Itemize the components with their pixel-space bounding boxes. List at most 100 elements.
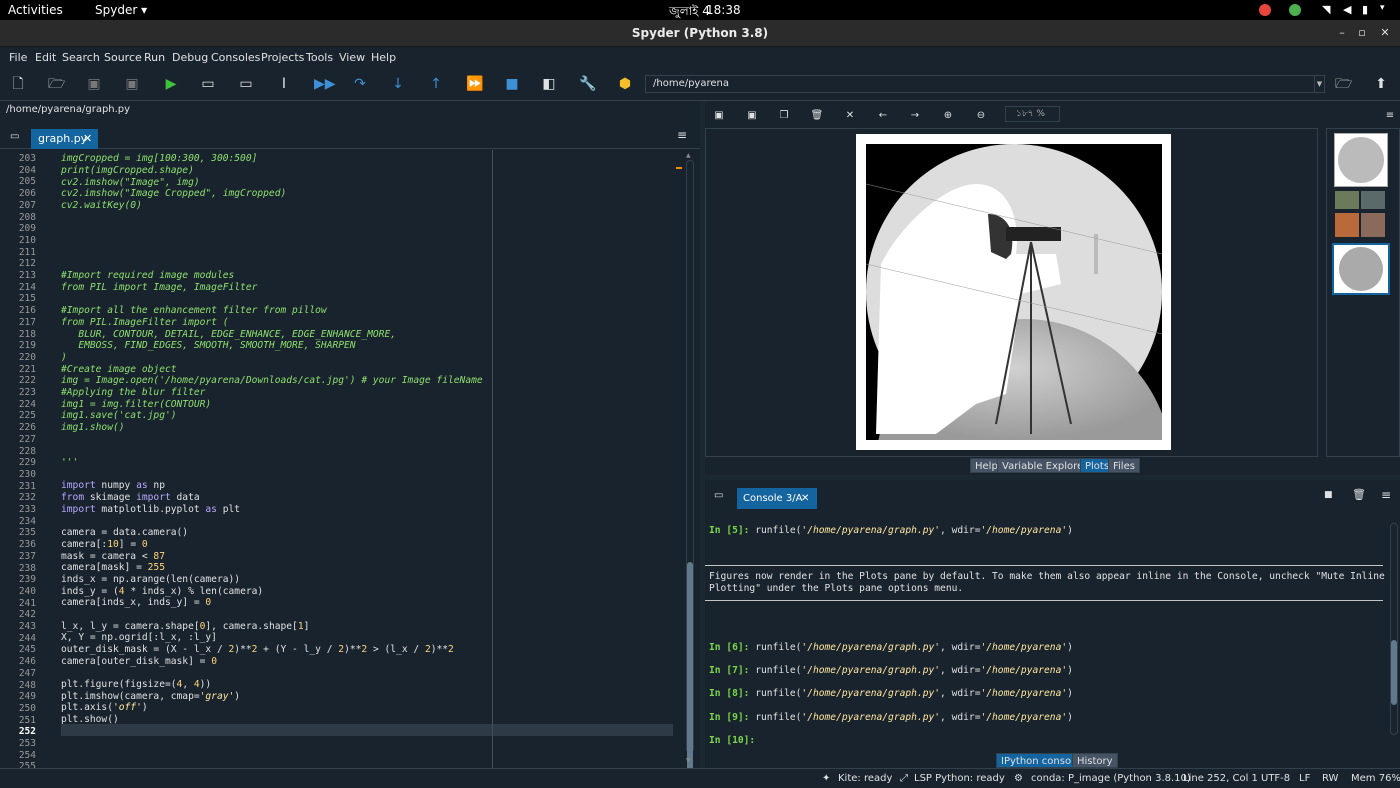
system-menu-icon[interactable]: ▾ [1380, 3, 1385, 13]
parent-directory-icon[interactable]: ⬆ [1373, 76, 1389, 92]
menu-file[interactable]: File [9, 51, 27, 64]
close-tab-icon[interactable]: ✕ [83, 129, 92, 149]
save-icon[interactable]: ▣ [86, 76, 102, 92]
menu-edit[interactable]: Edit [35, 51, 56, 64]
browse-directory-icon[interactable]: 🗁 [1335, 76, 1352, 92]
run-icon[interactable]: ▶ [163, 76, 179, 92]
clear-console-icon[interactable]: 🗑 [1352, 488, 1366, 501]
system-top-bar: Activities Spyder ▾ জুলাই 4 18:38 ◥ ◀ ▮ … [0, 0, 1400, 20]
minimize-icon[interactable]: – [1333, 24, 1351, 42]
save-plot-icon[interactable]: ▣ [712, 109, 726, 123]
step-into-icon[interactable]: ↓ [390, 76, 406, 92]
code-line: outer_disk_mask = (X - l_x / 2)**2 + (Y … [61, 644, 454, 655]
scroll-down-icon[interactable]: ▼ [686, 757, 691, 764]
line-number: 220 [18, 351, 36, 363]
debug-icon[interactable]: ▶▶ [314, 76, 336, 92]
maximize-pane-icon[interactable]: ◧ [541, 76, 557, 92]
app-menu[interactable]: Spyder ▾ [95, 3, 147, 17]
thumbnail[interactable] [1335, 213, 1359, 237]
thumbnail[interactable] [1361, 191, 1385, 209]
ipython-console-output[interactable]: In [5]: runfile('/home/pyarena/graph.py'… [705, 510, 1385, 750]
editor-scrollbar[interactable] [685, 150, 695, 788]
step-over-icon[interactable]: ↷ [352, 76, 368, 92]
line-number: 216 [18, 305, 36, 317]
thumbnail[interactable] [1334, 133, 1388, 187]
kite-status[interactable]: Kite: ready [838, 773, 892, 784]
maximize-icon[interactable]: ▫ [1353, 24, 1371, 42]
conda-env[interactable]: conda: P_image (Python 3.8.10) [1031, 773, 1191, 784]
scroll-up-icon[interactable]: ▲ [686, 152, 691, 159]
browse-consoles-icon[interactable]: ▭ [714, 490, 723, 501]
kite-icon[interactable]: ✦ [822, 773, 830, 784]
run-cell-advance-icon[interactable]: ▭ [238, 76, 254, 92]
copy-plot-icon[interactable]: ❐ [777, 109, 791, 123]
plots-options-icon[interactable]: ≡ [1383, 109, 1397, 123]
browse-tabs-icon[interactable]: ▭ [10, 131, 19, 142]
console-pane: ▭ Console 3/A ✕ ■ 🗑 ≡ In [5]: runfile('/h… [705, 480, 1400, 768]
battery-icon[interactable]: ▮ [1362, 3, 1368, 16]
clock-time[interactable]: 18:38 [706, 3, 741, 17]
menu-source[interactable]: Source [104, 51, 142, 64]
zoom-out-icon[interactable]: ⊖ [974, 109, 988, 123]
thumbnail-selected[interactable] [1332, 243, 1390, 295]
tab-console-3a[interactable]: Console 3/A ✕ [737, 488, 817, 509]
python-path-icon[interactable]: ⬢ [617, 76, 633, 92]
menu-tools[interactable]: Tools [306, 51, 333, 64]
previous-plot-icon[interactable]: ← [876, 109, 890, 123]
line-number: 235 [18, 527, 36, 539]
zoom-level-field[interactable]: ১৮৭ % [1005, 106, 1060, 122]
close-tab-icon[interactable]: ✕ [801, 488, 809, 509]
activities-button[interactable]: Activities [8, 3, 63, 17]
menu-run[interactable]: Run [144, 51, 165, 64]
tab-files[interactable]: Files [1108, 458, 1140, 473]
divider [705, 565, 1383, 566]
plot-canvas[interactable] [705, 128, 1318, 457]
line-number: 231 [18, 480, 36, 492]
chrome-icon[interactable] [1259, 4, 1271, 16]
thumbnail[interactable] [1335, 191, 1359, 209]
run-cell-icon[interactable]: ▭ [200, 76, 216, 92]
tab-graph-py[interactable]: graph.py ✕ [31, 129, 98, 149]
splitter[interactable] [705, 475, 1400, 480]
interrupt-kernel-icon[interactable]: ■ [1324, 490, 1333, 500]
menu-debug[interactable]: Debug [172, 51, 208, 64]
update-icon[interactable] [1289, 4, 1301, 16]
thumbnail[interactable] [1361, 213, 1385, 237]
menu-view[interactable]: View [339, 51, 365, 64]
editor-options-icon[interactable]: ≡ [677, 128, 687, 142]
continue-icon[interactable]: ⏩ [466, 76, 483, 92]
wifi-icon[interactable]: ◥ [1322, 3, 1330, 16]
remove-plot-icon[interactable]: 🗑 [810, 109, 824, 123]
next-plot-icon[interactable]: → [908, 109, 922, 123]
step-return-icon[interactable]: ↑ [428, 76, 444, 92]
volume-icon[interactable]: ◀ [1343, 3, 1351, 16]
console-scrollbar[interactable] [1389, 513, 1399, 745]
tab-variable-explorer[interactable]: Variable Explorer [997, 458, 1093, 473]
open-file-icon[interactable]: 🗁 [48, 76, 65, 92]
chevron-down-icon[interactable]: ▼ [1315, 75, 1325, 93]
new-file-icon[interactable]: 🗋 [10, 76, 26, 92]
stop-debug-icon[interactable]: ■ [504, 76, 520, 92]
remove-all-plots-icon[interactable]: ✕ [843, 109, 857, 123]
zoom-in-icon[interactable]: ⊕ [941, 109, 955, 123]
tab-history[interactable]: History [1072, 753, 1118, 768]
line-number: 238 [18, 562, 36, 574]
console-options-icon[interactable]: ≡ [1381, 488, 1391, 502]
console-prompt[interactable]: In [10]: [709, 735, 755, 747]
preferences-wrench-icon[interactable]: 🔧 [579, 76, 596, 92]
menu-consoles[interactable]: Consoles [211, 51, 260, 64]
menu-search[interactable]: Search [62, 51, 100, 64]
close-icon[interactable]: ✕ [1376, 24, 1394, 42]
run-selection-icon[interactable]: I [276, 76, 292, 92]
working-directory-input[interactable]: /home/pyarena [645, 75, 1315, 93]
menu-help[interactable]: Help [371, 51, 396, 64]
plot-thumbnails[interactable] [1326, 128, 1400, 457]
save-all-plots-icon[interactable]: ▣ [745, 109, 759, 123]
code-line: img1.save('cat.jpg') [61, 410, 177, 421]
save-all-icon[interactable]: ▣ [124, 76, 140, 92]
line-number: 243 [18, 621, 36, 632]
lsp-status[interactable]: LSP Python: ready [914, 773, 1005, 784]
cmd: , wdir= [940, 642, 981, 653]
code-editor[interactable]: imgCropped = img[100:300, 300:500] print… [42, 150, 674, 768]
menu-projects[interactable]: Projects [261, 51, 304, 64]
